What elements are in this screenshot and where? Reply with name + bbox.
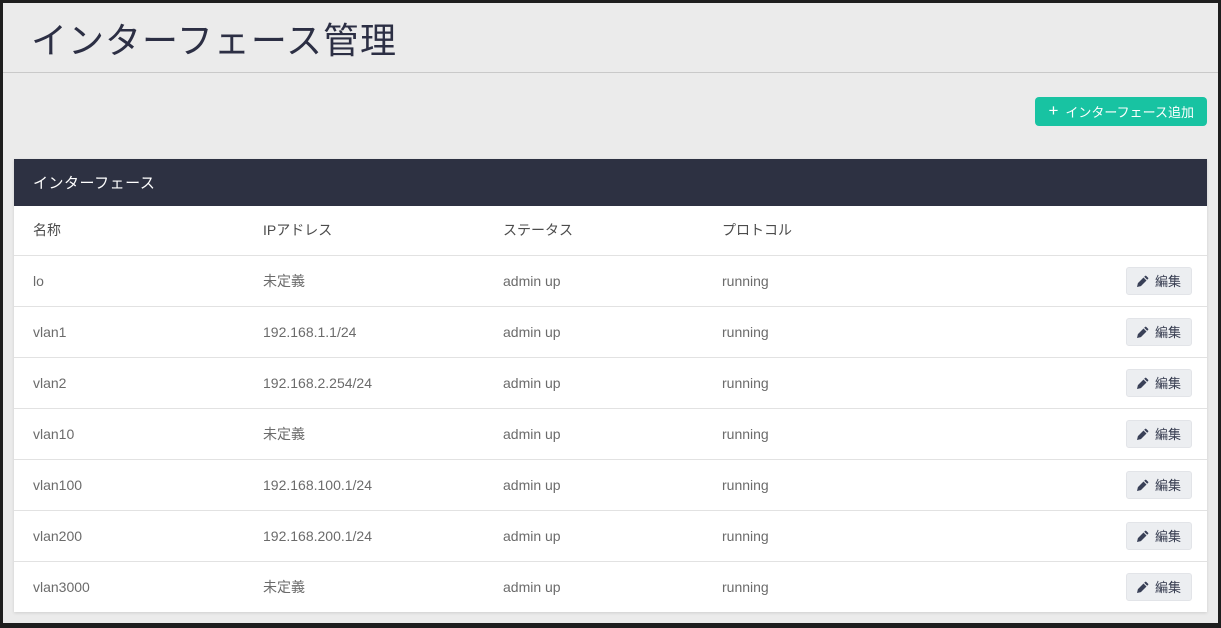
- column-header-status: ステータス: [484, 206, 703, 255]
- table-header: 名称 IPアドレス ステータス プロトコル: [14, 206, 1207, 255]
- cell-protocol: running: [703, 459, 1087, 510]
- add-interface-button-label: インターフェース追加: [1065, 102, 1194, 121]
- table-row: vlan1 192.168.1.1/24 admin up running 編集: [14, 306, 1207, 357]
- edit-button[interactable]: 編集: [1126, 369, 1192, 397]
- table-row: vlan10 未定義 admin up running 編集: [14, 408, 1207, 459]
- cell-status: admin up: [484, 561, 703, 612]
- pencil-icon: [1137, 581, 1149, 593]
- edit-button-label: 編集: [1155, 373, 1181, 392]
- cell-protocol: running: [703, 510, 1087, 561]
- cell-ip: 未定義: [244, 561, 484, 612]
- cell-protocol: running: [703, 255, 1087, 306]
- column-header-protocol: プロトコル: [703, 206, 1087, 255]
- edit-button[interactable]: 編集: [1126, 420, 1192, 448]
- edit-button[interactable]: 編集: [1126, 471, 1192, 499]
- cell-name: vlan2: [14, 357, 244, 408]
- column-header-name: 名称: [14, 206, 244, 255]
- cell-protocol: running: [703, 561, 1087, 612]
- page-title: インターフェース管理: [31, 12, 397, 64]
- cell-actions: 編集: [1087, 255, 1207, 306]
- app-window: インターフェース管理 + インターフェース追加 インターフェース 名称 IPアド…: [0, 0, 1221, 628]
- table-row: vlan3000 未定義 admin up running 編集: [14, 561, 1207, 612]
- interface-table: 名称 IPアドレス ステータス プロトコル lo 未定義 admin up ru…: [14, 206, 1207, 612]
- cell-ip: 192.168.2.254/24: [244, 357, 484, 408]
- panel-title: インターフェース: [33, 172, 155, 193]
- cell-protocol: running: [703, 357, 1087, 408]
- cell-status: admin up: [484, 408, 703, 459]
- edit-button[interactable]: 編集: [1126, 573, 1192, 601]
- plus-icon: +: [1048, 102, 1058, 119]
- cell-ip: 192.168.1.1/24: [244, 306, 484, 357]
- edit-button-label: 編集: [1155, 577, 1181, 596]
- edit-button-label: 編集: [1155, 271, 1181, 290]
- pencil-icon: [1137, 326, 1149, 338]
- edit-button-label: 編集: [1155, 322, 1181, 341]
- edit-button-label: 編集: [1155, 424, 1181, 443]
- cell-ip: 未定義: [244, 408, 484, 459]
- pencil-icon: [1137, 275, 1149, 287]
- interface-panel: インターフェース 名称 IPアドレス ステータス プロトコル lo 未: [14, 159, 1207, 612]
- cell-name: vlan10: [14, 408, 244, 459]
- cell-protocol: running: [703, 306, 1087, 357]
- cell-name: vlan100: [14, 459, 244, 510]
- cell-ip: 192.168.200.1/24: [244, 510, 484, 561]
- cell-name: vlan200: [14, 510, 244, 561]
- add-interface-button[interactable]: + インターフェース追加: [1035, 97, 1207, 126]
- edit-button-label: 編集: [1155, 475, 1181, 494]
- cell-status: admin up: [484, 306, 703, 357]
- cell-status: admin up: [484, 255, 703, 306]
- cell-ip: 192.168.100.1/24: [244, 459, 484, 510]
- edit-button[interactable]: 編集: [1126, 267, 1192, 295]
- cell-protocol: running: [703, 408, 1087, 459]
- content-area: + インターフェース追加 インターフェース 名称 IPアドレス ステータス プロ…: [3, 97, 1218, 612]
- cell-name: vlan1: [14, 306, 244, 357]
- cell-actions: 編集: [1087, 510, 1207, 561]
- cell-actions: 編集: [1087, 357, 1207, 408]
- cell-status: admin up: [484, 459, 703, 510]
- interface-table-body: lo 未定義 admin up running 編集 vlan1 192.168…: [14, 255, 1207, 612]
- table-row: vlan100 192.168.100.1/24 admin up runnin…: [14, 459, 1207, 510]
- page-header: インターフェース管理: [3, 3, 1218, 73]
- cell-status: admin up: [484, 510, 703, 561]
- cell-actions: 編集: [1087, 408, 1207, 459]
- cell-actions: 編集: [1087, 561, 1207, 612]
- edit-button-label: 編集: [1155, 526, 1181, 545]
- table-row: vlan200 192.168.200.1/24 admin up runnin…: [14, 510, 1207, 561]
- cell-name: lo: [14, 255, 244, 306]
- panel-header: インターフェース: [14, 159, 1207, 206]
- pencil-icon: [1137, 377, 1149, 389]
- cell-status: admin up: [484, 357, 703, 408]
- edit-button[interactable]: 編集: [1126, 318, 1192, 346]
- cell-ip: 未定義: [244, 255, 484, 306]
- cell-actions: 編集: [1087, 459, 1207, 510]
- cell-actions: 編集: [1087, 306, 1207, 357]
- column-header-ip: IPアドレス: [244, 206, 484, 255]
- cell-name: vlan3000: [14, 561, 244, 612]
- pencil-icon: [1137, 530, 1149, 542]
- table-row: vlan2 192.168.2.254/24 admin up running …: [14, 357, 1207, 408]
- pencil-icon: [1137, 479, 1149, 491]
- toolbar: + インターフェース追加: [14, 97, 1207, 126]
- pencil-icon: [1137, 428, 1149, 440]
- edit-button[interactable]: 編集: [1126, 522, 1192, 550]
- column-header-actions: [1087, 206, 1207, 255]
- table-row: lo 未定義 admin up running 編集: [14, 255, 1207, 306]
